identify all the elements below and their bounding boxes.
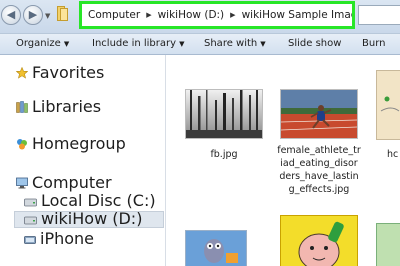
library-icon xyxy=(16,100,28,116)
slide-show-label: Slide show xyxy=(288,38,342,49)
nav-libraries-label: Libraries xyxy=(32,97,102,116)
file-thumbnail-athlete[interactable] xyxy=(280,89,358,139)
chevron-down-icon: ▼ xyxy=(179,40,185,48)
organize-label: Organize xyxy=(16,38,61,49)
back-arrow-icon: ◀ xyxy=(6,8,16,21)
address-field-end[interactable] xyxy=(358,5,400,25)
file-thumbnail-partial-2[interactable] xyxy=(376,223,400,266)
file-name-line: iad_eating_disor xyxy=(280,158,358,169)
nav-favorites[interactable]: Favorites xyxy=(15,63,105,82)
nav-wikihow-drive-label: wikiHow (D:) xyxy=(41,209,143,228)
chevron-down-icon: ▼ xyxy=(260,40,266,48)
burn-button[interactable]: Burn xyxy=(362,38,385,49)
drive-icon xyxy=(24,212,37,228)
nav-libraries[interactable]: Libraries xyxy=(16,99,101,115)
file-thumbnail-partial[interactable] xyxy=(376,70,400,140)
breadcrumb-wikihow-drive[interactable]: wikiHow (D:) xyxy=(158,9,225,21)
file-name-athlete[interactable]: female_athlete_tr iad_eating_disor ders_… xyxy=(275,144,363,196)
back-button[interactable]: ◀ xyxy=(1,5,21,25)
breadcrumb-sample-images[interactable]: wikiHow Sample Images xyxy=(242,9,352,21)
share-with-button[interactable]: Share with ▼ xyxy=(204,38,266,49)
file-thumbnail-fb[interactable] xyxy=(185,89,263,139)
chevron-down-icon: ▼ xyxy=(63,40,70,48)
nav-homegroup[interactable]: Homegroup xyxy=(16,136,126,152)
file-name-line: ders_have_lastin xyxy=(279,171,359,182)
nav-local-disc-label: Local Disc (C:) xyxy=(41,191,156,210)
homegroup-icon xyxy=(16,137,28,153)
file-list: fb.jpg female_athlete_tr iad_eating_diso… xyxy=(166,55,400,266)
breadcrumb[interactable]: Computer ▶ wikiHow (D:) ▶ wikiHow Sample… xyxy=(79,1,355,29)
nav-computer[interactable]: Computer xyxy=(16,175,112,191)
phone-icon xyxy=(24,232,36,248)
file-name-fb[interactable]: fb.jpg xyxy=(185,148,263,161)
nav-homegroup-label: Homegroup xyxy=(32,134,126,153)
star-icon xyxy=(15,66,29,82)
organize-button[interactable]: Organize ▼ xyxy=(16,38,69,49)
folder-icon xyxy=(57,6,69,21)
chevron-down-icon[interactable]: ▼ xyxy=(45,12,50,20)
file-name-line: female_athlete_tr xyxy=(277,145,361,156)
slide-show-button[interactable]: Slide show xyxy=(288,38,341,49)
nav-wikihow-drive[interactable]: wikiHow (D:) xyxy=(24,211,142,227)
nav-computer-label: Computer xyxy=(32,173,112,192)
nav-local-disc[interactable]: Local Disc (C:) xyxy=(24,193,156,209)
burn-label: Burn xyxy=(362,38,386,49)
nav-favorites-label: Favorites xyxy=(32,63,105,82)
computer-icon xyxy=(16,176,28,192)
address-bar: ◀ ▶ ▼ Computer ▶ wikiHow (D:) ▶ wikiHow … xyxy=(0,0,400,33)
breadcrumb-separator-icon[interactable]: ▶ xyxy=(146,11,151,19)
file-thumbnail-cartoon[interactable] xyxy=(185,230,247,266)
drive-icon xyxy=(24,194,37,210)
command-bar: Organize ▼ Include in library ▼ Share with… xyxy=(0,33,400,55)
include-in-library-button[interactable]: Include in library ▼ xyxy=(92,38,184,49)
nav-iphone[interactable]: iPhone xyxy=(24,231,94,247)
breadcrumb-separator-icon[interactable]: ▶ xyxy=(230,11,235,19)
include-in-library-label: Include in library xyxy=(92,38,177,49)
file-name-partial[interactable]: hc xyxy=(387,148,400,161)
forward-button[interactable]: ▶ xyxy=(23,5,43,25)
file-name-line: g_effects.jpg xyxy=(288,184,350,195)
share-with-label: Share with xyxy=(204,38,258,49)
breadcrumb-computer[interactable]: Computer xyxy=(88,9,140,21)
nav-iphone-label: iPhone xyxy=(40,229,95,248)
file-thumbnail-illustration[interactable] xyxy=(280,215,358,266)
forward-arrow-icon: ▶ xyxy=(28,8,38,21)
